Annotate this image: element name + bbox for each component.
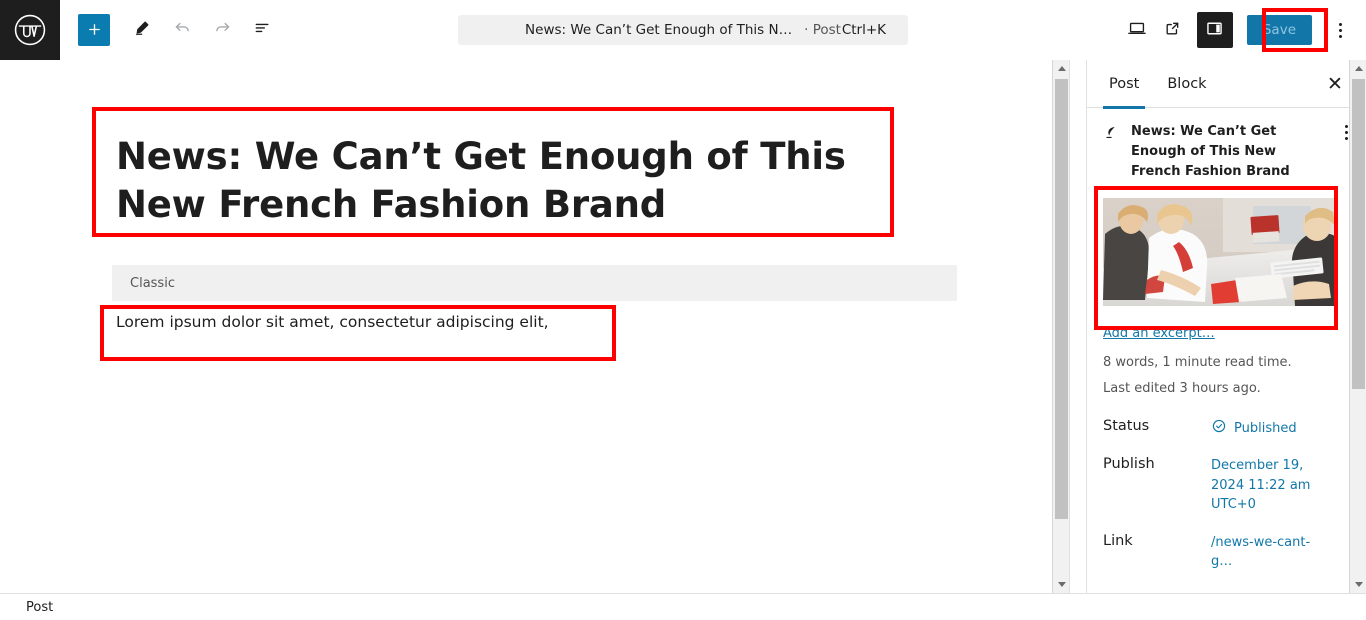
block-inserter-button[interactable] [78,13,110,46]
editor-options-button[interactable] [1322,12,1358,48]
redo-arrow-icon [212,17,233,42]
undo-arrow-icon [172,17,193,42]
tab-block[interactable]: Block [1153,60,1220,108]
sidebar-scroll-up-arrow-icon[interactable] [1350,60,1366,77]
editor-scrollbar[interactable] [1052,60,1069,593]
wordpress-logo-icon [13,13,47,47]
sidebar-scrollbar[interactable] [1349,60,1366,593]
view-post-button[interactable] [1155,12,1191,48]
wordpress-block-editor: News: We Can’t Get Enough of This N… · P… [0,0,1366,620]
settings-sidebar: Post Block ✕ News: We Can’t Get Enough o… [1086,60,1366,593]
tab-post[interactable]: Post [1095,60,1153,109]
toolbar-left-group [110,12,280,48]
command-center-button[interactable]: News: We Can’t Get Enough of This N… · P… [458,15,908,45]
sidebar-post-summary: News: We Can’t Get Enough of This New Fr… [1103,122,1348,182]
save-button-wrapper: Save [1246,15,1312,45]
classic-block-content[interactable]: Lorem ipsum dolor sit amet, consectetur … [116,310,956,335]
close-sidebar-button[interactable]: ✕ [1324,73,1346,95]
tab-post-label: Post [1109,75,1140,92]
scroll-down-arrow-icon[interactable] [1053,576,1069,593]
tab-block-label: Block [1167,75,1207,92]
last-edited-text: Last edited 3 hours ago. [1103,381,1261,397]
editor-toolbar: News: We Can’t Get Enough of This N… · P… [0,0,1366,60]
command-shortcut: Ctrl+K [841,22,886,38]
status-value-button[interactable]: Published [1211,418,1297,438]
publish-date-button[interactable]: December 19, 2024 11:22 am UTC+0 [1211,456,1331,515]
close-icon: ✕ [1327,72,1343,95]
document-overview-icon [252,17,273,42]
post-settings-rows: Status Published Publish December 19, 20… [1103,418,1348,572]
settings-sidebar-toggle-button[interactable] [1196,12,1233,48]
view-post-external-icon [1163,19,1182,42]
plus-icon [86,21,103,38]
kebab-menu-icon [1338,22,1342,38]
pencil-icon [132,18,152,42]
wordpress-logo-button[interactable] [0,0,60,60]
sidebar-scroll-thumb[interactable] [1352,79,1365,389]
sidebar-post-title: News: We Can’t Get Enough of This New Fr… [1131,124,1290,180]
editor-status-bar: Post [0,593,1366,620]
sidebar-scroll-down-arrow-icon[interactable] [1350,576,1366,593]
sidebar-tabs: Post Block ✕ [1087,60,1366,109]
settings-panel-toggle-icon [1204,18,1225,43]
sidebar-body: News: We Can’t Get Enough of This New Fr… [1087,108,1366,572]
row-status: Status Published [1103,418,1348,438]
row-link: Link /news-we-cant-g… [1103,533,1348,572]
word-count-text: 8 words, 1 minute read time. [1103,355,1292,371]
link-label: Link [1103,532,1133,549]
classic-block-label: Classic [112,265,957,301]
scroll-up-arrow-icon[interactable] [1053,60,1069,77]
publish-label: Publish [1103,456,1155,473]
document-overview-button[interactable] [244,12,280,48]
post-title-field[interactable]: News: We Can’t Get Enough of This New Fr… [116,133,876,229]
post-permalink-button[interactable]: /news-we-cant-g… [1211,533,1331,572]
preview-device-button[interactable] [1119,12,1155,48]
published-check-icon [1211,418,1227,438]
sidebar-post-options-button[interactable] [1345,122,1348,140]
editor-canvas: News: We Can’t Get Enough of This New Fr… [0,60,1070,593]
undo-button[interactable] [164,12,200,48]
save-button[interactable]: Save [1246,15,1312,45]
redo-button[interactable] [204,12,240,48]
kebab-menu-icon [1345,125,1348,140]
edit-mode-button[interactable] [124,12,160,48]
featured-image-photo [1103,198,1335,307]
add-excerpt-link[interactable]: Add an excerpt… [1103,326,1215,341]
status-bar-label: Post [26,599,54,615]
status-label: Status [1103,418,1150,435]
status-value-label: Published [1234,420,1297,436]
editor-scroll-thumb[interactable] [1055,79,1068,519]
row-publish: Publish December 19, 2024 11:22 am UTC+0 [1103,456,1348,515]
toolbar-right-group: Save [1119,0,1366,60]
feather-post-icon [1103,122,1121,145]
featured-image[interactable] [1103,198,1335,307]
laptop-preview-icon [1126,17,1148,43]
command-post-type: · Post [804,22,841,38]
command-post-title: News: We Can’t Get Enough of This N… [525,22,793,38]
